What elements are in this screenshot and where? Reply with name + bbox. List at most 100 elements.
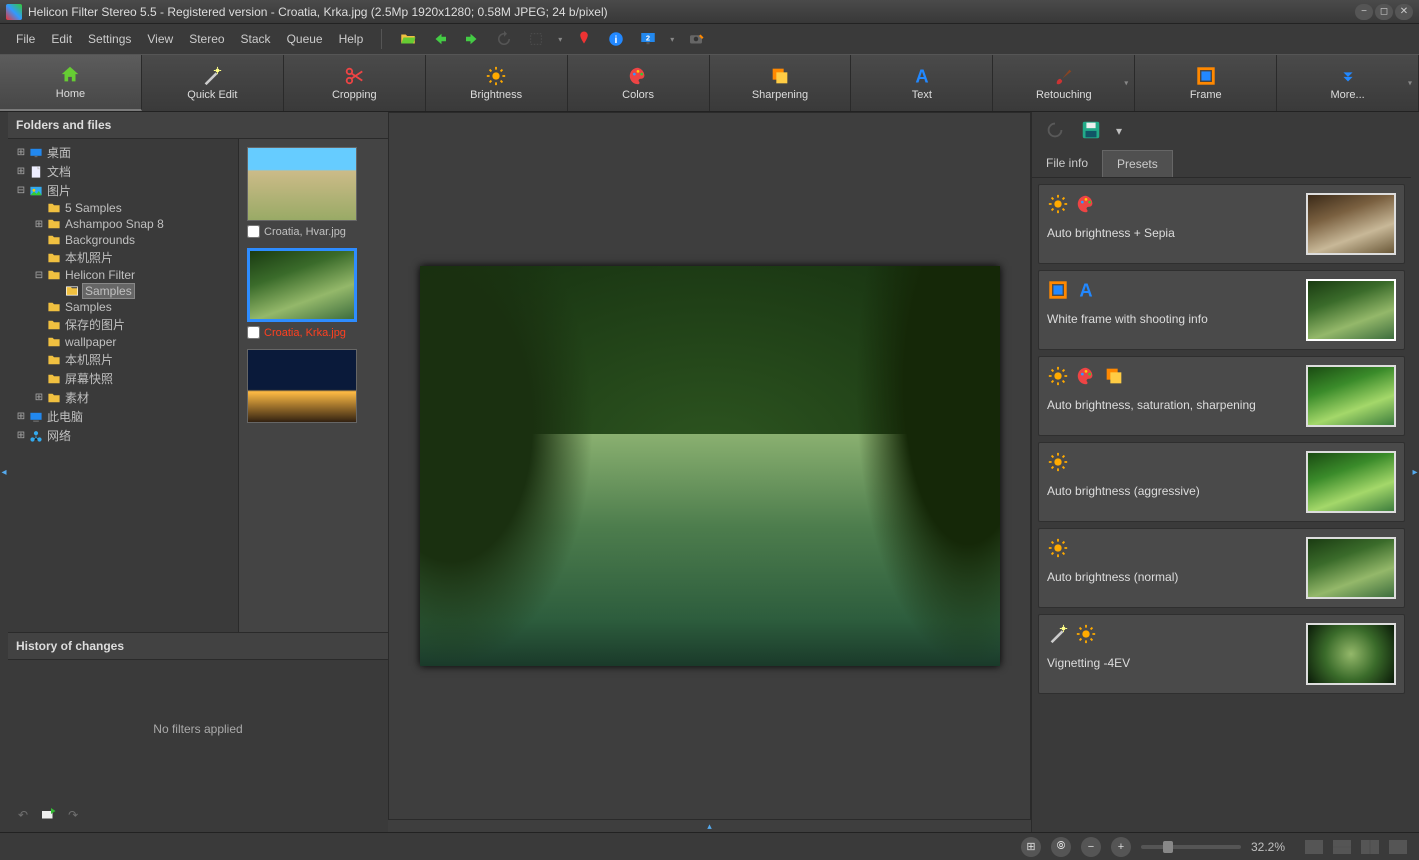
tab-cropping[interactable]: Cropping bbox=[284, 55, 426, 111]
view-grid-icon[interactable] bbox=[1389, 840, 1407, 854]
save-icon[interactable] bbox=[1080, 119, 1102, 144]
preset-item[interactable]: Auto brightness (normal) bbox=[1038, 528, 1405, 608]
tree-label: 本机照片 bbox=[65, 249, 113, 266]
menu-help[interactable]: Help bbox=[333, 28, 370, 50]
thumbnail-image[interactable] bbox=[247, 147, 357, 221]
minimize-button[interactable]: − bbox=[1355, 4, 1373, 20]
canvas-area[interactable] bbox=[388, 112, 1031, 820]
preset-item[interactable]: Auto brightness (aggressive) bbox=[1038, 442, 1405, 522]
tree-node[interactable]: ⊞桌面 bbox=[10, 143, 236, 162]
menu-file[interactable]: File bbox=[10, 28, 41, 50]
tree-node[interactable]: 保存的图片 bbox=[10, 315, 236, 334]
tab-home[interactable]: Home bbox=[0, 55, 142, 111]
info-icon[interactable]: i bbox=[602, 27, 630, 51]
revert-icon[interactable] bbox=[1044, 119, 1066, 144]
save-dropdown-icon[interactable]: ▾ bbox=[1116, 124, 1122, 138]
tree-node[interactable]: 5 Samples bbox=[10, 200, 236, 216]
tab-frame[interactable]: Frame bbox=[1135, 55, 1277, 111]
folder-tree[interactable]: ⊞桌面⊞文档⊟图片5 Samples⊞Ashampoo Snap 8Backgr… bbox=[8, 139, 238, 632]
expand-icon[interactable]: ⊞ bbox=[32, 392, 46, 403]
display-icon[interactable]: 2 bbox=[634, 27, 662, 51]
tree-node[interactable]: ⊞文档 bbox=[10, 162, 236, 181]
expand-icon[interactable]: ⊞ bbox=[14, 147, 28, 158]
tab-text[interactable]: AText bbox=[851, 55, 993, 111]
frame-icon bbox=[1195, 65, 1217, 87]
camera-icon[interactable] bbox=[682, 27, 710, 51]
nav-back-icon[interactable] bbox=[426, 27, 454, 51]
folder-icon bbox=[46, 391, 62, 405]
thumbnail-item[interactable]: Croatia, Hvar.jpg bbox=[247, 147, 380, 238]
expand-icon[interactable]: ⊟ bbox=[14, 185, 28, 196]
thumbnail-item[interactable] bbox=[247, 349, 380, 423]
undo-icon[interactable]: ↶ bbox=[18, 808, 28, 822]
tree-node[interactable]: ⊟图片 bbox=[10, 181, 236, 200]
tab-colors[interactable]: Colors bbox=[568, 55, 710, 111]
tab-quick-edit[interactable]: Quick Edit bbox=[142, 55, 284, 111]
tab-more-[interactable]: More...▾ bbox=[1277, 55, 1419, 111]
chevron-down-icon[interactable]: ▾ bbox=[1124, 79, 1128, 88]
bottom-collapse-handle[interactable]: ▴ bbox=[388, 820, 1031, 832]
tab-file-info[interactable]: File info bbox=[1032, 150, 1102, 177]
tree-node[interactable]: ⊞网络 bbox=[10, 426, 236, 445]
maximize-button[interactable]: ◻ bbox=[1375, 4, 1393, 20]
dropdown-icon[interactable]: ▾ bbox=[558, 35, 562, 44]
tree-node[interactable]: ⊞素材 bbox=[10, 388, 236, 407]
preset-item[interactable]: Vignetting -4EV bbox=[1038, 614, 1405, 694]
dropdown-icon[interactable]: ▾ bbox=[670, 35, 674, 44]
thumbnail-item[interactable]: Croatia, Krka.jpg bbox=[247, 248, 380, 339]
preset-item[interactable]: Auto brightness + Sepia bbox=[1038, 184, 1405, 264]
tree-node[interactable]: ⊞Ashampoo Snap 8 bbox=[10, 216, 236, 232]
tree-node[interactable]: ⊞此电脑 bbox=[10, 407, 236, 426]
tree-node[interactable]: Samples bbox=[10, 283, 236, 299]
menu-stereo[interactable]: Stereo bbox=[183, 28, 230, 50]
expand-icon[interactable]: ⊞ bbox=[14, 166, 28, 177]
thumbnail-strip[interactable]: Croatia, Hvar.jpg Croatia, Krka.jpg bbox=[238, 139, 388, 632]
tree-node[interactable]: 本机照片 bbox=[10, 248, 236, 267]
tree-node[interactable]: 屏幕快照 bbox=[10, 369, 236, 388]
menu-view[interactable]: View bbox=[141, 28, 179, 50]
pin-marker-icon[interactable] bbox=[570, 27, 598, 51]
view-single-icon[interactable] bbox=[1305, 840, 1323, 854]
menu-queue[interactable]: Queue bbox=[281, 28, 329, 50]
thumbnail-image[interactable] bbox=[247, 248, 357, 322]
view-split-v-icon[interactable] bbox=[1361, 840, 1379, 854]
expand-icon[interactable]: ⊟ bbox=[32, 270, 46, 281]
tab-brightness[interactable]: Brightness bbox=[426, 55, 568, 111]
nav-forward-icon[interactable] bbox=[458, 27, 486, 51]
zoom-slider[interactable] bbox=[1141, 845, 1241, 849]
export-icon[interactable] bbox=[38, 805, 58, 826]
thumbnail-checkbox[interactable] bbox=[247, 225, 260, 238]
preset-item[interactable]: Auto brightness, saturation, sharpening bbox=[1038, 356, 1405, 436]
chevron-down-icon[interactable]: ▾ bbox=[1408, 79, 1412, 88]
expand-icon[interactable]: ⊞ bbox=[14, 430, 28, 441]
open-folder-icon[interactable] bbox=[394, 27, 422, 51]
thumbnail-image[interactable] bbox=[247, 349, 357, 423]
expand-icon[interactable]: ⊞ bbox=[32, 219, 46, 230]
expand-icon[interactable]: ⊞ bbox=[14, 411, 28, 422]
tab-sharpening[interactable]: Sharpening bbox=[710, 55, 852, 111]
tree-node[interactable]: wallpaper bbox=[10, 334, 236, 350]
presets-list[interactable]: Auto brightness + SepiaAWhite frame with… bbox=[1032, 178, 1411, 832]
tree-node[interactable]: Backgrounds bbox=[10, 232, 236, 248]
tab-retouching[interactable]: Retouching▾ bbox=[993, 55, 1135, 111]
tree-node[interactable]: Samples bbox=[10, 299, 236, 315]
main-tabs: HomeQuick EditCroppingBrightnessColorsSh… bbox=[0, 54, 1419, 112]
close-button[interactable]: ✕ bbox=[1395, 4, 1413, 20]
view-split-h-icon[interactable] bbox=[1333, 840, 1351, 854]
thumbnail-checkbox[interactable] bbox=[247, 326, 260, 339]
tree-node[interactable]: ⊟Helicon Filter bbox=[10, 267, 236, 283]
folder-icon bbox=[46, 251, 62, 265]
tree-node[interactable]: 本机照片 bbox=[10, 350, 236, 369]
menu-edit[interactable]: Edit bbox=[45, 28, 78, 50]
menu-stack[interactable]: Stack bbox=[235, 28, 277, 50]
actual-size-icon[interactable]: ⦾ bbox=[1051, 837, 1071, 857]
zoom-out-icon[interactable]: − bbox=[1081, 837, 1101, 857]
redo-icon[interactable]: ↷ bbox=[68, 808, 78, 822]
fit-screen-icon[interactable]: ⊞ bbox=[1021, 837, 1041, 857]
menu-settings[interactable]: Settings bbox=[82, 28, 137, 50]
tab-presets[interactable]: Presets bbox=[1102, 150, 1173, 177]
zoom-in-icon[interactable]: + bbox=[1111, 837, 1131, 857]
right-collapse-handle[interactable]: ▸ bbox=[1411, 112, 1419, 832]
left-collapse-handle[interactable]: ◂ bbox=[0, 112, 8, 832]
preset-item[interactable]: AWhite frame with shooting info bbox=[1038, 270, 1405, 350]
